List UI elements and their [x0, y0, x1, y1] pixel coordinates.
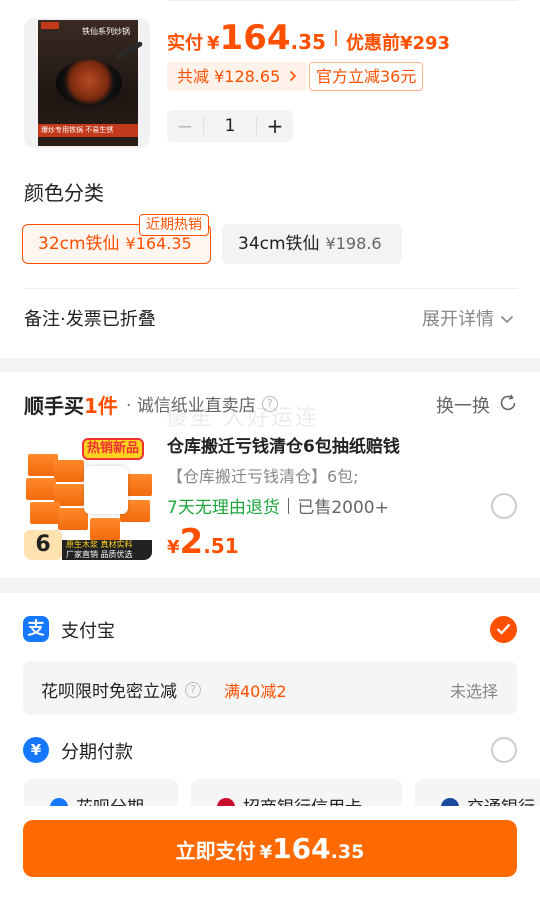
pay-now-label: 立即支付: [175, 839, 256, 863]
return-policy: 7天无理由退货: [167, 498, 280, 518]
poster-banner: 爆炒专用铁锅 不易生锈: [38, 124, 138, 137]
price-integer: 164: [272, 832, 331, 865]
user-watermark: 傻笙 人好运连: [166, 406, 319, 431]
product-thumbnail[interactable]: 铁仙系列炒锅 爆炒专用铁锅 不易生锈: [24, 18, 150, 148]
sold-count: 已售2000+: [297, 498, 389, 518]
price-decimal: .51: [203, 534, 239, 558]
expand-details-button[interactable]: 展开详情: [422, 305, 514, 331]
divider: [24, 288, 518, 289]
swap-button[interactable]: 换一换: [436, 392, 518, 418]
price-decimal: .35: [330, 841, 365, 863]
actual-price-row: 实付 ¥ 164 .35 优惠前 ¥293: [167, 18, 450, 58]
total-discount-text: 共减 ¥128.65: [177, 67, 281, 86]
currency-symbol: ¥: [207, 33, 220, 54]
alipay-icon: 支: [23, 616, 49, 642]
tissue-sheet-image: [84, 466, 128, 514]
huabei-promo: 满40减2: [224, 682, 287, 701]
option-price: ¥198.6: [325, 234, 382, 253]
add-on-title[interactable]: 仓库搬迁亏钱清仓6包抽纸赔钱: [167, 432, 400, 457]
chevron-right-icon: [285, 67, 297, 86]
price-integer: 2: [179, 522, 204, 562]
hot-selling-badge: 近期热销: [139, 214, 209, 236]
pack-count-badge: 6: [24, 530, 62, 560]
brand-logo-icon: [41, 22, 59, 29]
huabei-status[interactable]: 未选择: [450, 678, 498, 702]
increase-button[interactable]: +: [257, 110, 293, 142]
divider: [168, 0, 518, 1]
installment-radio[interactable]: [491, 737, 517, 763]
total-discount-button[interactable]: 共减 ¥128.65: [167, 62, 308, 91]
alipay-selected-check-icon[interactable]: [490, 616, 517, 643]
option-price: ¥164.35: [125, 234, 192, 253]
color-option-34cm[interactable]: 34cm铁仙 ¥198.6: [222, 224, 402, 264]
huabei-label: 花呗限时免密立减: [41, 682, 177, 702]
installment-icon: ¥: [23, 737, 49, 763]
option-label: 34cm铁仙: [238, 234, 320, 254]
installment-label[interactable]: 分期付款: [61, 738, 133, 764]
product-poster-image: 铁仙系列炒锅 爆炒专用铁锅 不易生锈: [38, 20, 144, 146]
option-label: 32cm铁仙: [38, 234, 120, 254]
tissue-box-image: [58, 508, 88, 530]
wok-handle: [114, 40, 144, 61]
add-on-logo-count: 1件: [84, 394, 118, 418]
add-on-select-radio[interactable]: [491, 493, 517, 519]
price-separator: [334, 30, 337, 46]
huabei-label-group: 花呗限时免密立减 ?: [41, 677, 201, 702]
quantity-stepper[interactable]: − 1 +: [167, 110, 293, 142]
before-discount-price: ¥293: [399, 33, 451, 54]
expand-details-label: 展开详情: [422, 309, 494, 330]
before-discount-label: 优惠前: [345, 33, 400, 54]
add-on-service-row: 7天无理由退货 已售2000+: [167, 493, 389, 518]
quantity-value[interactable]: 1: [203, 117, 257, 135]
swap-label: 换一换: [436, 396, 490, 417]
hot-new-badge: 热销新品: [82, 438, 144, 460]
refresh-icon: [498, 393, 518, 418]
tissue-box-image: [54, 460, 84, 482]
wok-image: [56, 60, 122, 106]
chevron-down-icon: [500, 308, 514, 329]
image-strip-line2: 厂家直销 品质优选: [66, 550, 133, 559]
color-section-title: 颜色分类: [24, 181, 104, 205]
tissue-box-image: [26, 478, 56, 500]
add-on-description: 【仓库搬迁亏钱清仓】6包;: [167, 467, 359, 486]
add-on-price: ¥ 2 .51: [167, 522, 239, 562]
add-on-product-image[interactable]: 热销新品 6 原生木浆 真材实料 厂家直销 品质优选: [24, 434, 152, 560]
poster-footer: [38, 138, 138, 146]
tissue-box-image: [30, 502, 60, 524]
currency-symbol: ¥: [167, 537, 180, 558]
add-on-logo: 顺手买1件: [24, 390, 118, 419]
official-discount-tag: 官方立减36元: [309, 62, 424, 91]
add-on-logo-text: 顺手买: [24, 394, 84, 418]
poster-title: 铁仙系列炒锅: [82, 27, 130, 36]
currency-symbol: ¥: [259, 842, 273, 863]
decrease-button[interactable]: −: [167, 110, 203, 142]
image-strip-line1: 原生木浆 真材实料: [66, 540, 133, 549]
tissue-box-image: [90, 518, 120, 540]
alipay-label[interactable]: 支付宝: [61, 617, 115, 643]
actual-price-label: 实付: [167, 33, 203, 54]
remark-invoice-label: 备注·发票已折叠: [24, 309, 156, 330]
price-decimal: .35: [290, 30, 326, 54]
price-integer: 164: [219, 18, 291, 58]
image-strip: 原生木浆 真材实料 厂家直销 品质优选: [62, 540, 152, 560]
separator: [287, 497, 290, 514]
pay-now-button[interactable]: 立即支付 ¥ 164 .35: [23, 820, 517, 877]
question-icon[interactable]: ?: [185, 681, 201, 698]
